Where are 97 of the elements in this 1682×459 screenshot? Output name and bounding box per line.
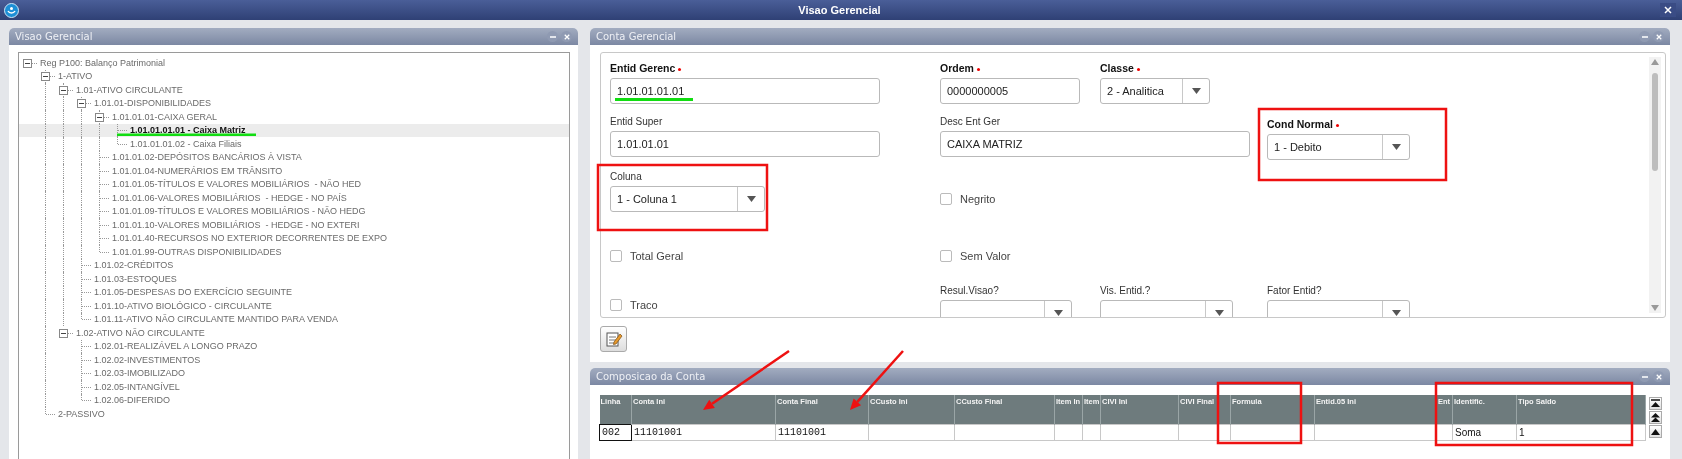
caret-icon xyxy=(1214,310,1224,316)
field-label: Desc Ent Ger xyxy=(940,115,1001,127)
checkbox[interactable] xyxy=(610,250,622,262)
minimize-button[interactable] xyxy=(1639,31,1650,42)
minimize-icon xyxy=(1641,373,1648,380)
text-field[interactable]: CAIXA MATRIZ xyxy=(940,131,1250,157)
collapse-toggle-icon[interactable] xyxy=(23,58,32,68)
text-field[interactable]: 1.01.01.01.01 xyxy=(610,78,880,104)
close-button[interactable] xyxy=(1660,3,1676,17)
first-record-button[interactable] xyxy=(1649,397,1662,410)
text-field[interactable]: 1.01.01.01 xyxy=(610,131,880,157)
field-label: Vis. Entid.? xyxy=(1100,284,1151,296)
field-label: Resul.Visao? xyxy=(940,284,999,296)
minimize-button[interactable] xyxy=(547,31,558,42)
dropdown-field[interactable]: 1 - Debito xyxy=(1267,134,1410,160)
collapse-toggle-icon[interactable] xyxy=(95,112,104,122)
scroll-down-icon xyxy=(1651,305,1659,311)
tree-item[interactable]: 1.01.11-ATIVO NÃO CIRCULANTE MANTIDO PARA VENDA xyxy=(19,312,569,326)
caret-icon xyxy=(746,196,756,202)
field-label: Ordem xyxy=(940,62,974,74)
collapse-toggle-icon[interactable] xyxy=(41,72,50,81)
caret-icon xyxy=(1391,310,1401,316)
checkbox[interactable] xyxy=(940,193,952,205)
table-cell: 11101001 xyxy=(775,424,869,441)
tree-item[interactable]: 1.01.01.10-VALORES MOBILIÁRIOS - HEDGE - NO EXTERI xyxy=(19,218,569,232)
required-marker xyxy=(1136,68,1140,71)
field-label: Entid Gerenc xyxy=(610,62,676,74)
caret-icon xyxy=(1391,144,1401,150)
field-label: Entid Super xyxy=(610,115,663,127)
tree-item[interactable]: Reg P100: Balanço Patrimonial xyxy=(19,56,569,70)
tree-item[interactable]: 1-ATIVO xyxy=(19,69,569,83)
tree-item[interactable]: 1.01.10-ATIVO BIOLÓGICO - CIRCULANTE xyxy=(19,299,569,313)
table-cell: 1 xyxy=(1516,424,1646,441)
text-field[interactable]: 0000000005 xyxy=(940,78,1080,104)
dropdown-field[interactable]: 1 - Coluna 1 xyxy=(610,186,765,212)
collapse-toggle-icon[interactable] xyxy=(77,99,86,108)
tree-item[interactable]: 1.01.01.99-OUTRAS DISPONIBILIDADES xyxy=(19,245,569,259)
table-cell: 002 xyxy=(599,424,632,441)
table-cell: 11101001 xyxy=(631,424,776,441)
tree-item[interactable]: 1.02.06-DIFERIDO xyxy=(19,393,569,407)
tree-item[interactable]: 1.01.01.02-DEPÓSITOS BANCÁRIOS À VISTA xyxy=(19,150,569,164)
scrollbar[interactable] xyxy=(1649,57,1661,313)
tree-item[interactable]: 1.01.01-DISPONIBILIDADES xyxy=(19,96,569,110)
table-cell: Soma xyxy=(1452,424,1517,441)
tree-item[interactable]: 1.02.02-INVESTIMENTOS xyxy=(19,353,569,367)
required-marker xyxy=(678,68,682,71)
panel-title: Visao Gerencial xyxy=(15,31,94,42)
dropdown-field[interactable]: 2 - Analitica xyxy=(1100,78,1210,104)
close-icon xyxy=(1655,33,1662,40)
required-marker xyxy=(1335,124,1339,127)
minimize-icon xyxy=(549,33,556,40)
close-icon xyxy=(1664,6,1672,14)
checkbox[interactable] xyxy=(940,250,952,262)
tree-item[interactable]: 1.02-ATIVO NÃO CIRCULANTE xyxy=(19,326,569,340)
notepad-pencil-icon xyxy=(604,330,623,348)
caret-icon xyxy=(1191,88,1201,94)
scroll-up-icon xyxy=(1651,59,1659,65)
window-title: Visao Gerencial xyxy=(797,4,882,16)
tree-item[interactable]: 1.01.01.05-TÍTULOS E VALORES MOBILIÁRIOS - NÃO HED xyxy=(19,177,569,191)
minimize-icon xyxy=(1641,33,1648,40)
tree-item[interactable]: 1.02.03-IMOBILIZADO xyxy=(19,366,569,380)
field-label: Classe xyxy=(1100,62,1134,74)
required-marker xyxy=(976,68,980,71)
tree-item[interactable]: 1.01.01.06-VALORES MOBILIÁRIOS - HEDGE - NO PAÍS xyxy=(19,191,569,205)
close-icon xyxy=(1655,373,1662,380)
field-label: Cond Normal xyxy=(1267,118,1333,130)
collapse-toggle-icon[interactable] xyxy=(59,85,68,95)
tree-item[interactable]: 1.01.01.40-RECURSOS NO EXTERIOR DECORRENTES DE EXPO xyxy=(19,231,569,245)
tree-item[interactable]: 2-PASSIVO xyxy=(19,407,569,421)
panel-title: Conta Gerencial xyxy=(596,31,678,42)
tree-item[interactable]: 1.01.01.01-CAIXA GERAL xyxy=(19,110,569,124)
page-up-button[interactable] xyxy=(1649,411,1662,424)
panel-title: Composicao da Conta xyxy=(596,371,707,382)
app-logo-icon xyxy=(4,2,19,18)
checkbox-label: Sem Valor xyxy=(960,250,1011,262)
tree-item[interactable]: 1.01.01.01.02 - Caixa Filiais xyxy=(19,137,569,151)
caret-icon xyxy=(1053,310,1063,316)
previous-record-button[interactable] xyxy=(1649,425,1662,438)
tree-item[interactable]: 1.01.01.01.01 - Caixa Matriz xyxy=(19,123,569,137)
tree-item[interactable]: 1.01-ATIVO CIRCULANTE xyxy=(19,83,569,97)
field-label: Fator Entid? xyxy=(1267,284,1322,296)
minimize-button[interactable] xyxy=(1639,371,1650,382)
close-icon xyxy=(563,33,570,40)
checkbox-label: Negrito xyxy=(960,193,996,205)
field-label: Coluna xyxy=(610,170,642,182)
tree-item[interactable]: 1.01.05-DESPESAS DO EXERCÍCIO SEGUINTE xyxy=(19,285,569,299)
edit-button[interactable] xyxy=(600,326,627,352)
collapse-toggle-icon[interactable] xyxy=(59,328,68,338)
checkbox-label: Total Geral xyxy=(630,250,684,262)
tree-item[interactable]: 1.01.01.09-TÍTULOS E VALORES MOBILIÁRIOS - NÃO HEDG xyxy=(19,204,569,218)
tree-item[interactable]: 1.01.02-CRÉDITOS xyxy=(19,258,569,272)
tree-item[interactable]: 1.02.01-REALIZÁVEL A LONGO PRAZO xyxy=(19,339,569,353)
tree-item[interactable]: 1.01.03-ESTOQUES xyxy=(19,272,569,286)
checkbox-label: Traco xyxy=(630,299,658,311)
checkbox[interactable] xyxy=(610,299,622,311)
tree-item[interactable]: 1.01.01.04-NUMERÁRIOS EM TRÂNSITO xyxy=(19,164,569,178)
tree-item[interactable]: 1.02.05-INTANGÍVEL xyxy=(19,380,569,394)
